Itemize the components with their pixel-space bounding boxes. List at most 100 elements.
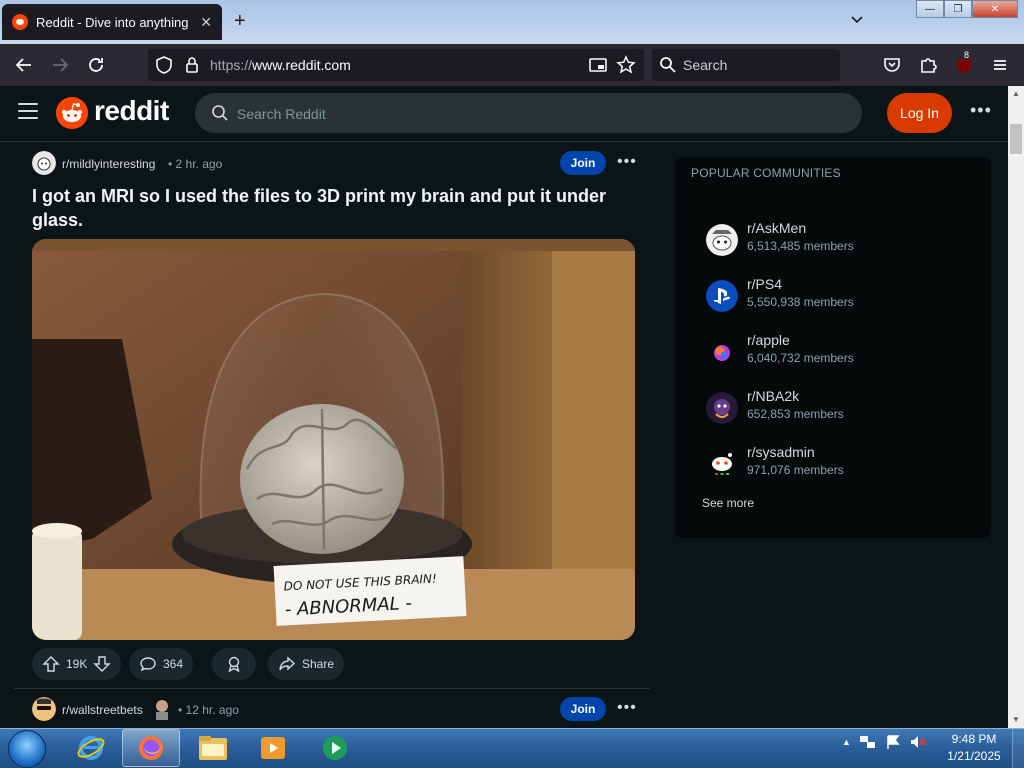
maximize-icon[interactable]: ❐ [944, 0, 972, 18]
post-timestamp: • 12 hr. ago [178, 703, 239, 717]
page-scrollbar[interactable]: ▲ ▼ [1008, 86, 1024, 728]
subreddit-avatar[interactable] [32, 151, 56, 175]
community-members: 6,040,732 members [747, 351, 854, 365]
windows-media-player-icon [323, 736, 347, 760]
clock-time: 9:48 PM [951, 732, 997, 746]
window-controls: — ❐ ✕ [916, 0, 1018, 18]
award-icon [228, 656, 240, 673]
tab-title: Reddit - Dive into anything [36, 14, 189, 30]
taskbar-windows-media-player[interactable] [306, 729, 364, 767]
upvote-count: 19K [66, 657, 88, 671]
media-player-icon [261, 737, 285, 759]
post-subreddit-name[interactable]: r/mildlyinteresting [62, 157, 155, 171]
network-icon[interactable] [859, 734, 877, 750]
reload-icon[interactable] [84, 53, 108, 77]
taskbar-media-player[interactable] [244, 729, 302, 767]
community-name: r/apple [747, 332, 790, 348]
community-item-nba2k[interactable]: r/NBA2k 652,853 members [706, 388, 966, 428]
community-item-ps4[interactable]: r/PS4 5,550,938 members [706, 276, 966, 316]
extension-badge: 8 [962, 50, 972, 60]
share-button[interactable]: Share [268, 648, 345, 680]
taskbar-firefox[interactable] [122, 729, 180, 767]
community-item-apple[interactable]: r/apple 6,040,732 members [706, 332, 966, 372]
share-arrow-icon [279, 656, 296, 671]
tab-close-icon[interactable]: ✕ [200, 14, 212, 31]
show-hidden-icons-icon[interactable]: ▲ [842, 737, 851, 747]
action-center-flag-icon[interactable] [885, 734, 901, 750]
reddit-search-placeholder: Search Reddit [237, 106, 326, 122]
browser-tab[interactable]: Reddit - Dive into anything ✕ [2, 4, 222, 40]
reddit-snoo-logo-icon[interactable] [56, 97, 88, 129]
join-button[interactable]: Join [560, 151, 606, 175]
tab-list-chevron-icon[interactable] [850, 13, 864, 27]
browser-search-placeholder: Search [683, 57, 728, 73]
back-arrow-icon[interactable] [12, 53, 36, 77]
picture-in-picture-icon[interactable] [586, 53, 610, 77]
taskbar-clock[interactable]: 9:48 PM 1/21/2025 [944, 731, 1004, 765]
comment-bubble-icon [140, 657, 156, 672]
community-members: 971,076 members [747, 463, 844, 477]
upvote-arrow-icon[interactable] [42, 655, 60, 673]
login-button[interactable]: Log In [887, 93, 952, 133]
comment-count: 364 [163, 657, 184, 671]
vote-control: 19K [32, 648, 122, 680]
post-overflow-menu-icon[interactable]: ••• [617, 699, 637, 717]
browser-search-bar[interactable] [652, 49, 840, 81]
popular-communities-title: POPULAR COMMUNITIES [691, 166, 841, 180]
comments-button[interactable]: 364 [129, 648, 194, 680]
bookmark-star-icon[interactable] [614, 53, 638, 77]
new-tab-icon[interactable]: + [234, 11, 246, 31]
downvote-arrow-icon[interactable] [93, 655, 112, 673]
post-image[interactable]: DO NOT USE THIS BRAIN! - ABNORMAL - [32, 239, 635, 640]
header-more-icon[interactable]: ••• [970, 100, 991, 124]
nba2k-icon [706, 392, 738, 424]
show-desktop-button[interactable] [1012, 729, 1024, 768]
join-button[interactable]: Join [560, 697, 606, 721]
award-button[interactable] [212, 648, 256, 680]
post-title[interactable]: I got an MRI so I used the files to 3D p… [32, 184, 632, 232]
community-name: r/NBA2k [747, 388, 800, 404]
post-divider [14, 688, 650, 689]
post-overflow-menu-icon[interactable]: ••• [617, 153, 637, 171]
community-item-askmen[interactable]: r/AskMen 6,513,485 members [706, 220, 966, 260]
scroll-down-arrow-icon[interactable]: ▼ [1008, 712, 1024, 728]
askmen-icon [706, 224, 738, 256]
apple-icon [706, 336, 738, 368]
scroll-up-arrow-icon[interactable]: ▲ [1008, 86, 1024, 102]
community-members: 652,853 members [747, 407, 844, 421]
community-item-sysadmin[interactable]: r/sysadmin 971,076 members [706, 444, 966, 484]
search-icon [660, 57, 676, 73]
scrollbar-thumb[interactable] [1010, 124, 1022, 154]
community-name: r/sysadmin [747, 444, 815, 460]
see-more-link[interactable]: See more [702, 496, 754, 510]
url-text[interactable]: https://www.reddit.com [210, 57, 351, 73]
community-name: r/AskMen [747, 220, 807, 236]
firefox-icon [139, 736, 163, 760]
brain-under-glass-image: DO NOT USE THIS BRAIN! - ABNORMAL - [32, 239, 635, 640]
clock-date: 1/21/2025 [947, 749, 1001, 763]
post-subreddit-name[interactable]: r/wallstreetbets [62, 703, 143, 717]
reddit-search-icon [212, 105, 228, 121]
community-members: 6,513,485 members [747, 239, 854, 253]
hamburger-menu-icon[interactable] [18, 103, 38, 119]
tracking-shield-icon[interactable] [152, 53, 176, 77]
share-label: Share [302, 657, 335, 671]
start-button-windows-icon[interactable] [8, 730, 46, 768]
sysadmin-icon [706, 448, 738, 480]
community-members: 5,550,938 members [747, 295, 854, 309]
window-close-icon[interactable]: ✕ [972, 0, 1018, 18]
taskbar-file-explorer[interactable] [184, 729, 242, 767]
pocket-icon[interactable] [880, 53, 904, 77]
user-avatar-icon [156, 700, 168, 720]
app-menu-icon[interactable] [988, 53, 1012, 77]
reddit-favicon-icon [12, 14, 28, 30]
forward-arrow-icon[interactable] [48, 53, 72, 77]
taskbar-internet-explorer[interactable] [62, 729, 120, 767]
subreddit-avatar[interactable] [32, 697, 56, 721]
lock-icon[interactable] [180, 53, 204, 77]
extensions-puzzle-icon[interactable] [916, 53, 940, 77]
minimize-icon[interactable]: — [916, 0, 944, 18]
reddit-wordmark[interactable]: reddit [94, 95, 169, 127]
folder-icon [199, 736, 227, 760]
volume-muted-icon[interactable] [909, 734, 927, 750]
